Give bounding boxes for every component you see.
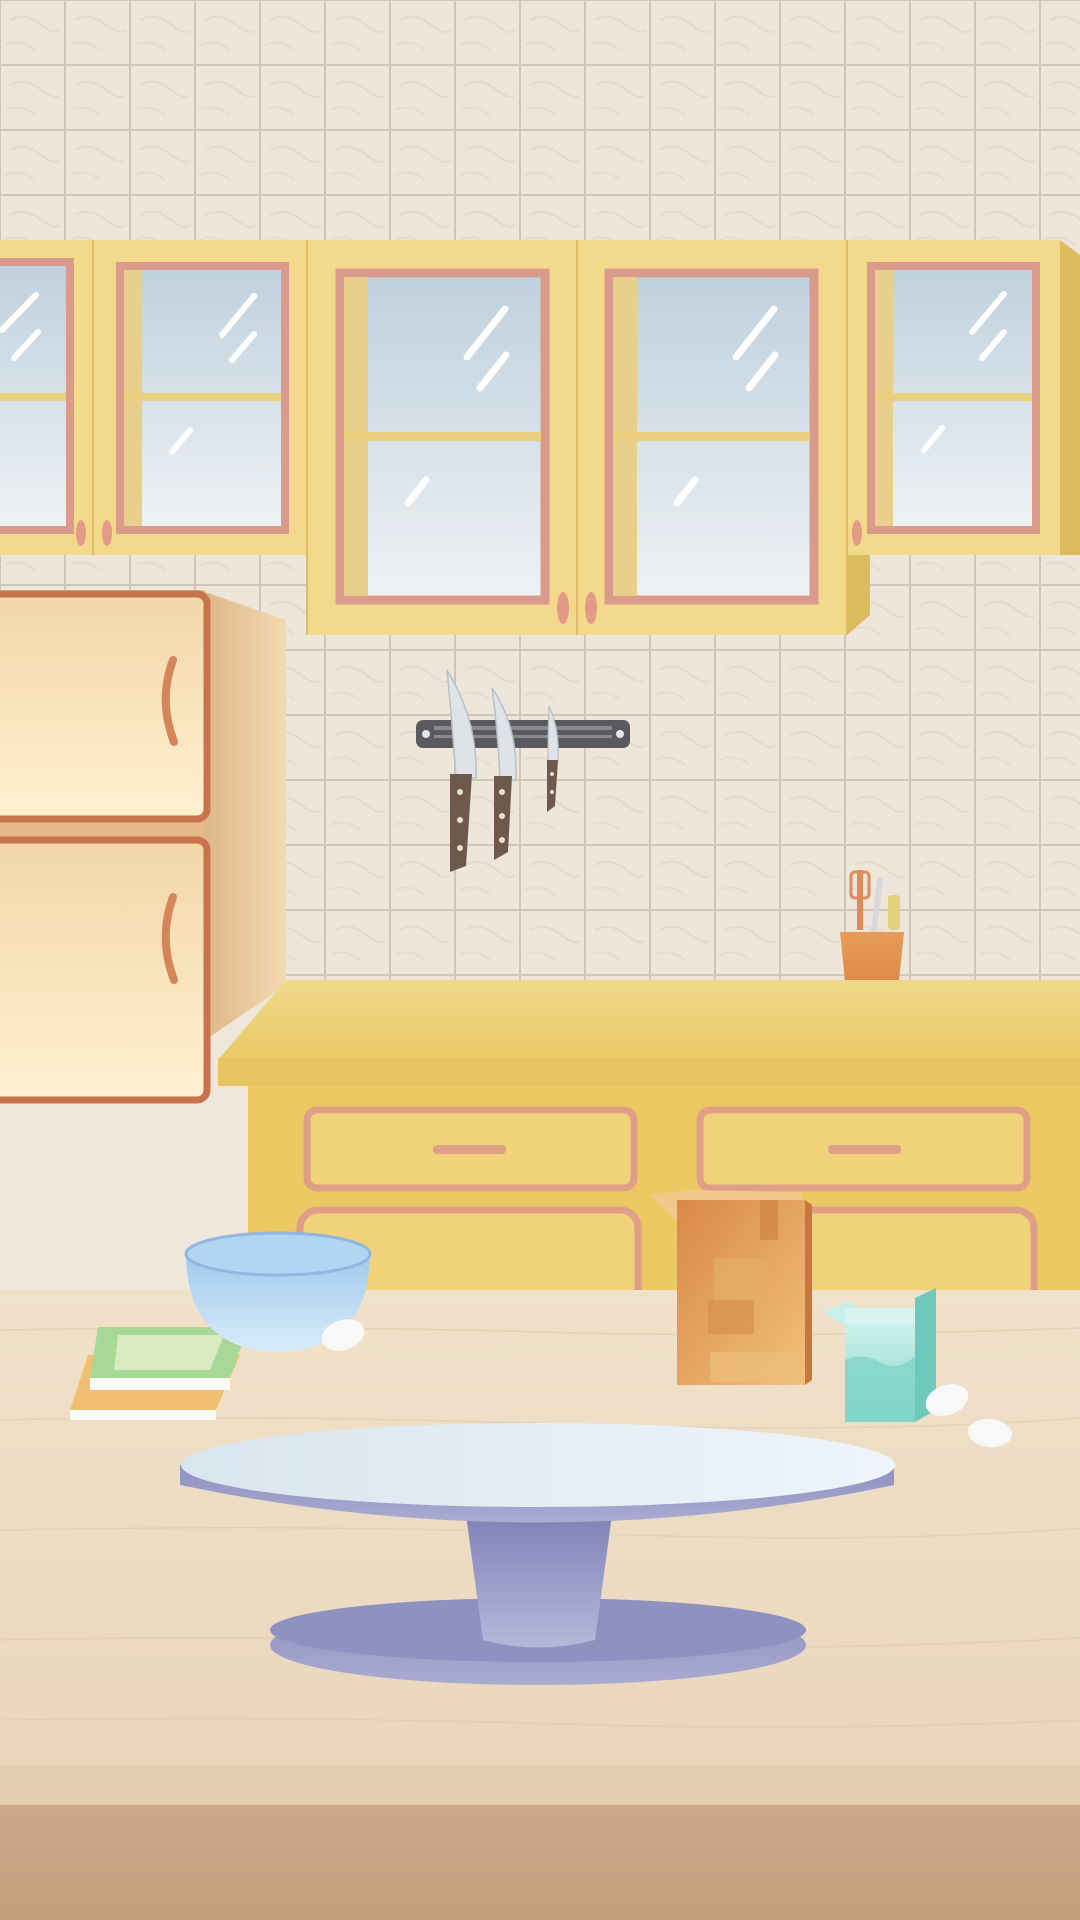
fridge-lower-door[interactable]: [0, 836, 211, 1104]
cabinet-door-5[interactable]: [852, 262, 1040, 546]
drawer-left[interactable]: [303, 1106, 638, 1192]
cabinet-door-1[interactable]: [0, 258, 86, 546]
knife-rack[interactable]: [416, 720, 630, 748]
cabinet-door-3[interactable]: [335, 268, 569, 624]
cabinet-door-4[interactable]: [585, 268, 819, 624]
drawer-right[interactable]: [696, 1106, 1031, 1192]
floor: [0, 1805, 1080, 1920]
table-edge: [0, 1765, 1080, 1805]
fridge-upper-door[interactable]: [0, 590, 211, 823]
cabinet-door-2[interactable]: [102, 262, 289, 546]
kitchen-scene: [0, 0, 1080, 1920]
